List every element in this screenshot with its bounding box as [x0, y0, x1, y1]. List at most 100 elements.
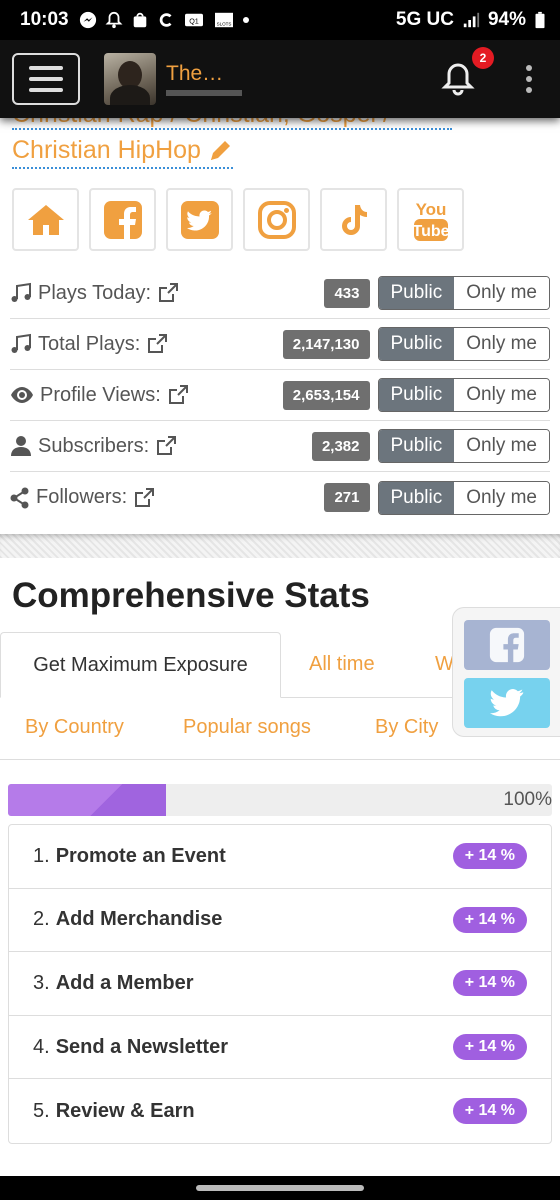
menu-button[interactable]: [12, 53, 80, 105]
status-bar: 10:03 Q1 SLOTS 5G UC 94%: [0, 0, 560, 40]
task-title: Add Merchandise: [55, 908, 223, 931]
visibility-toggle: Public Only me: [377, 480, 550, 515]
only-me-button[interactable]: Only me: [454, 277, 549, 309]
genre-label: Christian HipHop: [12, 136, 201, 164]
progress-fill: [8, 784, 166, 816]
tiktok-icon: [341, 204, 367, 235]
music-icon: [11, 333, 31, 353]
stat-value: 2,382: [311, 431, 370, 461]
svg-text:Q1: Q1: [189, 17, 199, 26]
visibility-toggle: Public Only me: [377, 327, 550, 361]
task-bonus-badge: + 14 %: [452, 1034, 527, 1061]
profile-title[interactable]: The…: [166, 62, 242, 96]
messenger-icon: [79, 11, 96, 29]
list-item[interactable]: 5. Review & Earn + 14 %: [9, 1079, 551, 1143]
twitter-icon: [489, 689, 524, 717]
home-gesture-handle[interactable]: [196, 1185, 364, 1191]
tab-all-time[interactable]: All time: [309, 653, 375, 676]
public-button[interactable]: Public: [378, 328, 455, 360]
facebook-icon: [489, 627, 525, 663]
external-link-icon[interactable]: [167, 384, 189, 406]
stat-label: Plays Today:: [10, 282, 179, 305]
stat-row-followers: Followers: 271 Public Only me: [10, 472, 550, 523]
task-title: Send a Newsletter: [55, 1035, 228, 1058]
home-link[interactable]: [12, 188, 79, 251]
share-facebook-button[interactable]: [464, 620, 550, 670]
youtube-link[interactable]: You Tube: [397, 188, 464, 251]
notification-badge: 2: [472, 47, 494, 69]
instagram-icon: [257, 200, 296, 239]
tab-by-country[interactable]: By Country: [25, 716, 124, 739]
more-options-button[interactable]: [524, 65, 534, 93]
external-link-icon[interactable]: [146, 333, 168, 355]
app-header: The… 2: [0, 40, 560, 118]
external-link-icon[interactable]: [133, 487, 155, 509]
tab-popular-songs[interactable]: Popular songs: [183, 716, 311, 739]
only-me-button[interactable]: Only me: [454, 481, 549, 514]
battery-label: 94%: [487, 9, 526, 30]
public-button[interactable]: Public: [378, 277, 455, 309]
external-link-icon[interactable]: [157, 282, 179, 304]
list-item[interactable]: 2. Add Merchandise + 14 %: [9, 889, 551, 953]
avatar[interactable]: [104, 53, 156, 105]
music-icon: [11, 282, 31, 302]
public-button[interactable]: Public: [378, 430, 455, 462]
list-item[interactable]: 1. Promote an Event + 14 %: [9, 825, 551, 889]
task-title: Promote an Event: [55, 844, 226, 867]
status-notification-icons: Q1 SLOTS: [79, 11, 249, 29]
stat-label: Followers:: [10, 486, 155, 509]
shopping-bag-icon: [133, 12, 146, 28]
stat-row-subscribers: Subscribers: 2,382 Public Only me: [10, 421, 550, 472]
bell-icon: [441, 63, 475, 96]
pencil-icon: [210, 140, 230, 160]
facebook-link[interactable]: [89, 188, 156, 251]
notifications-button[interactable]: 2: [438, 47, 494, 99]
c-app-icon: [159, 13, 172, 27]
twitter-link[interactable]: [166, 188, 233, 251]
public-button[interactable]: Public: [378, 481, 455, 514]
task-title: Review & Earn: [55, 1099, 195, 1122]
external-link-icon[interactable]: [155, 435, 177, 457]
game-app-icon: Q1: [184, 13, 203, 27]
only-me-button[interactable]: Only me: [454, 430, 549, 462]
public-button[interactable]: Public: [378, 379, 455, 411]
social-links: You Tube: [12, 188, 464, 251]
youtube-icon: You Tube: [412, 200, 449, 241]
instagram-link[interactable]: [243, 188, 310, 251]
kebab-dot: [526, 65, 532, 71]
twitter-icon: [180, 200, 219, 239]
list-item[interactable]: 3. Add a Member + 14 %: [9, 952, 551, 1016]
genre-link[interactable]: Christian HipHop: [12, 136, 233, 169]
tiktok-link[interactable]: [320, 188, 387, 251]
section-divider: [0, 534, 560, 558]
share-twitter-button[interactable]: [464, 678, 550, 728]
svg-text:You: You: [415, 200, 446, 219]
stats-list: Plays Today: 433 Public Only me Total Pl…: [10, 268, 550, 523]
gesture-bar: [0, 1176, 560, 1200]
tab-get-maximum-exposure[interactable]: Get Maximum Exposure: [0, 632, 281, 698]
task-bonus-badge: + 14 %: [452, 906, 527, 933]
stat-row-plays-today: Plays Today: 433 Public Only me: [10, 268, 550, 319]
only-me-button[interactable]: Only me: [454, 328, 549, 360]
svg-text:SLOTS: SLOTS: [216, 21, 231, 26]
menu-line: [29, 88, 63, 92]
exposure-progress-bar: 100%: [8, 784, 552, 816]
list-item[interactable]: 4. Send a Newsletter + 14 %: [9, 1016, 551, 1080]
svg-text:Tube: Tube: [412, 223, 449, 240]
profile-name: The…: [166, 62, 224, 85]
home-icon: [27, 204, 64, 235]
stat-value: 2,653,154: [282, 380, 370, 410]
progress-label: 100%: [503, 789, 552, 810]
tab-by-city[interactable]: By City: [375, 716, 438, 739]
stat-row-profile-views: Profile Views: 2,653,154 Public Only me: [10, 370, 550, 421]
task-bonus-badge: + 14 %: [452, 843, 527, 870]
task-bonus-badge: + 14 %: [452, 1098, 527, 1125]
section-title: Comprehensive Stats: [12, 576, 370, 615]
stat-label: Profile Views:: [10, 384, 189, 407]
menu-line: [29, 77, 63, 81]
kebab-dot: [526, 87, 532, 93]
facebook-icon: [103, 200, 142, 240]
visibility-toggle: Public Only me: [377, 378, 550, 412]
only-me-button[interactable]: Only me: [454, 379, 549, 411]
signal-icon: [463, 12, 480, 28]
